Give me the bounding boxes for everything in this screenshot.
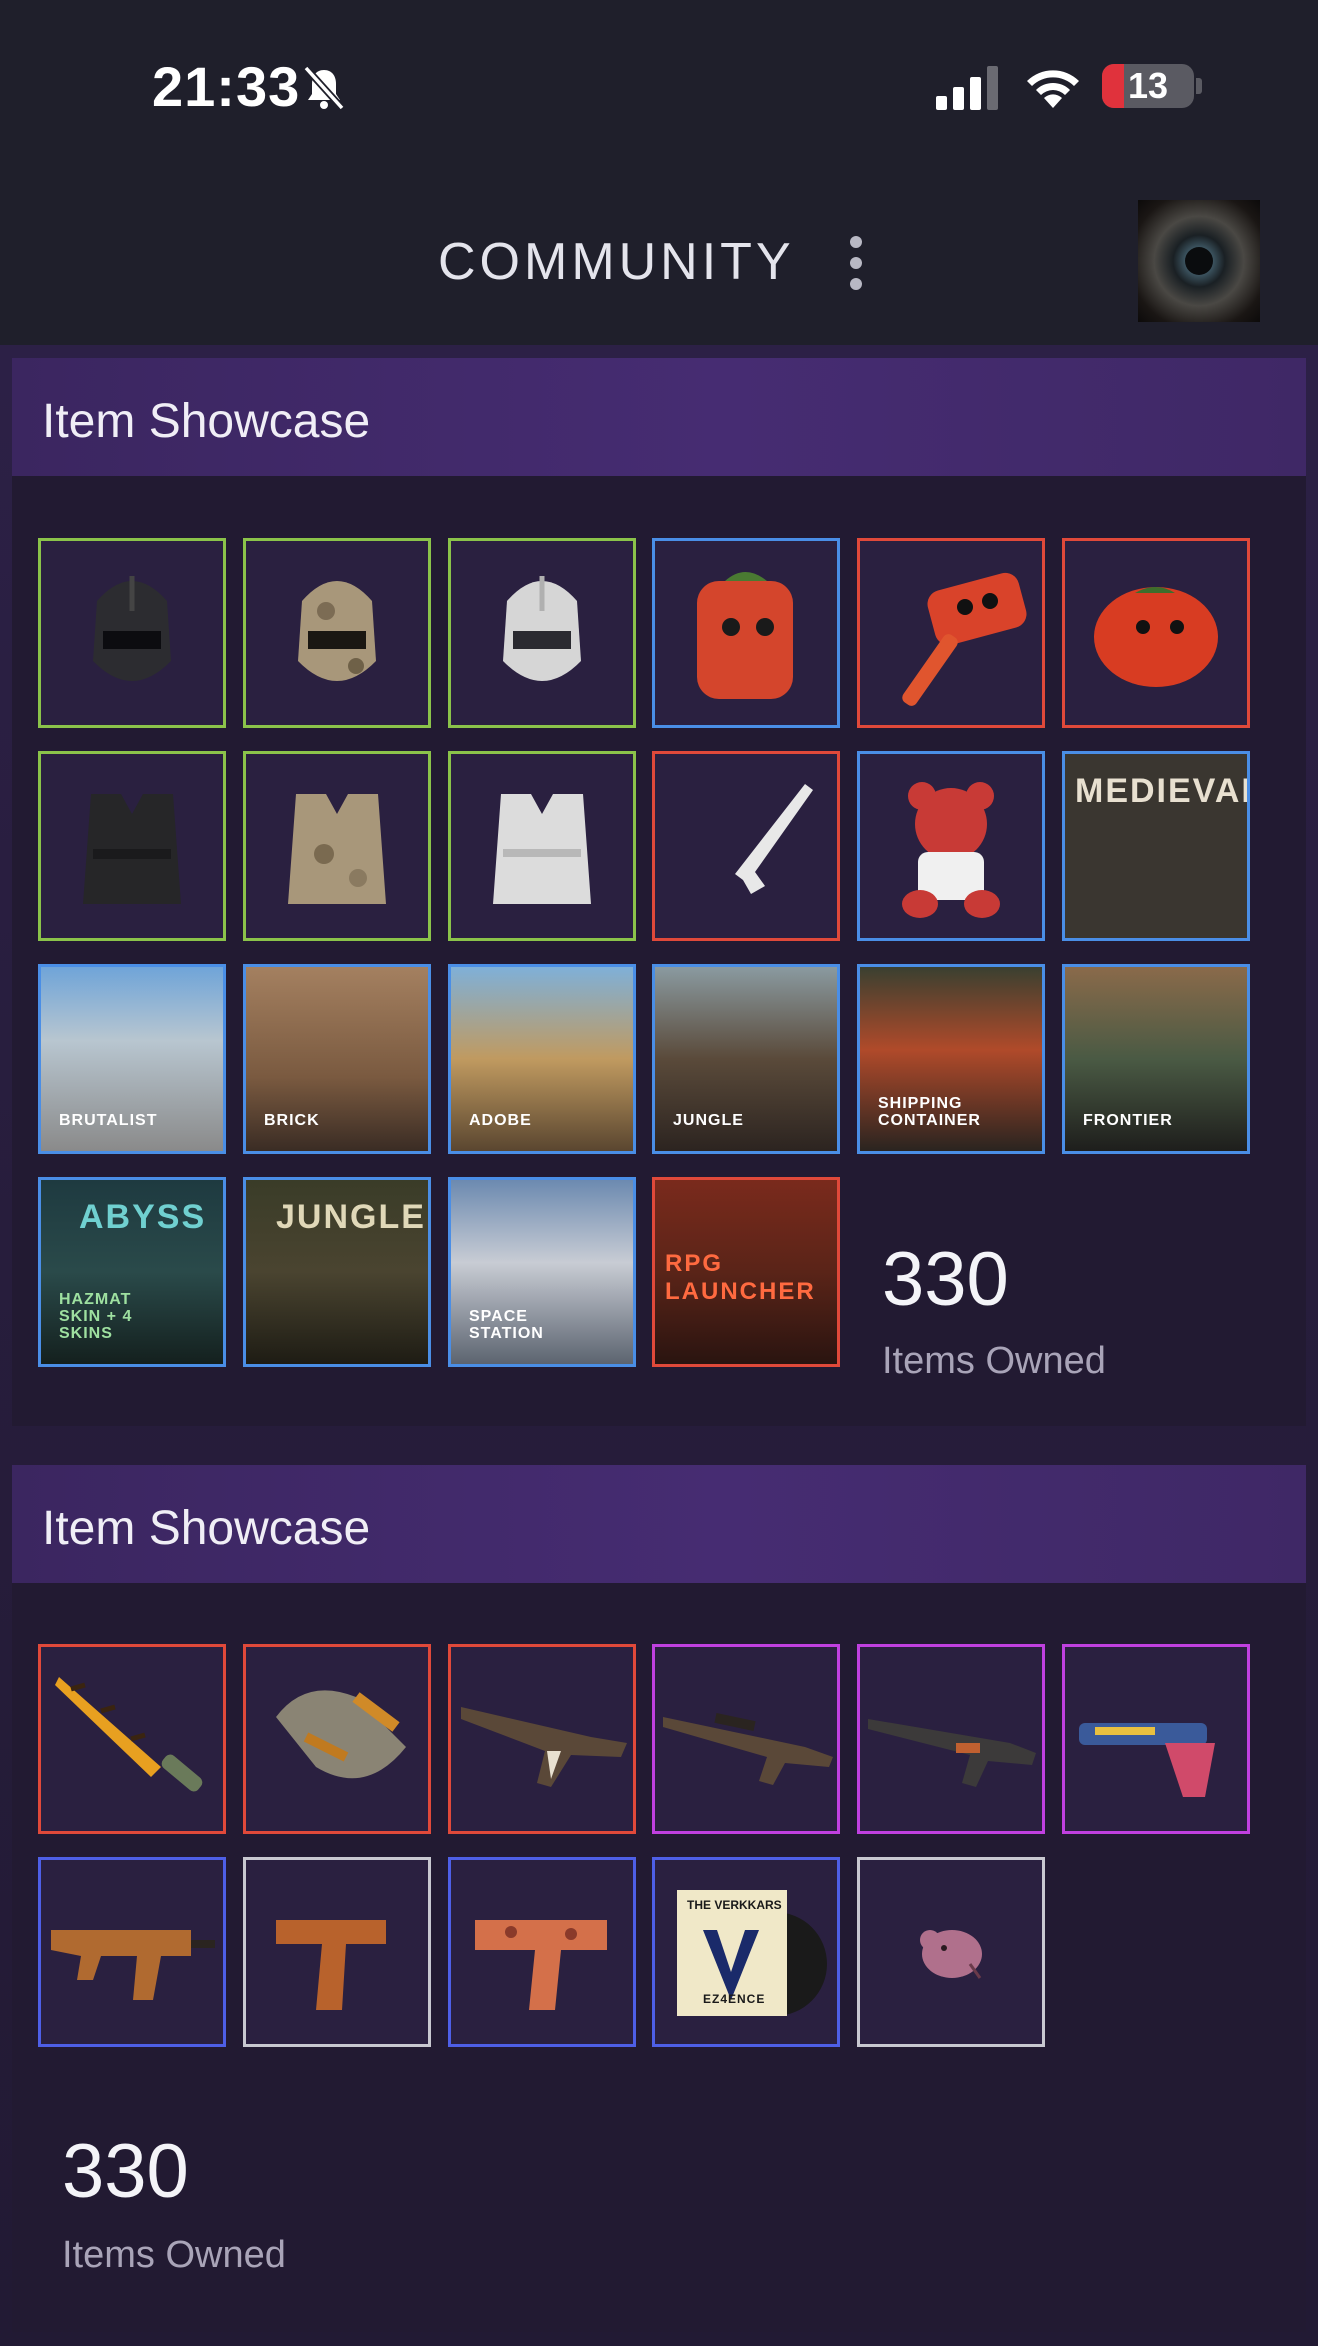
- item-tile[interactable]: MEDIEVAL: [1062, 751, 1250, 941]
- item-tile[interactable]: [448, 751, 636, 941]
- item-tile[interactable]: ABYSS HAZMAT SKIN + 4 SKINS: [38, 1177, 226, 1367]
- showcase-header: Item Showcase: [12, 358, 1306, 476]
- battery-tip: [1196, 78, 1202, 94]
- item-tile[interactable]: ADOBE: [448, 964, 636, 1154]
- items-owned-label: Items Owned: [62, 2234, 286, 2276]
- item-tile[interactable]: [243, 1857, 431, 2047]
- item-tile[interactable]: [448, 1644, 636, 1834]
- item-tile[interactable]: [652, 538, 840, 728]
- item-tile[interactable]: [243, 1644, 431, 1834]
- tile-banner: THE VERKKARS: [687, 1898, 782, 1912]
- tile-caption: SPACE STATION: [469, 1308, 544, 1342]
- item-tile[interactable]: RPG LAUNCHER: [652, 1177, 840, 1367]
- item-tile[interactable]: [448, 1857, 636, 2047]
- item-tile[interactable]: [857, 1644, 1045, 1834]
- page-title: COMMUNITY: [438, 233, 795, 291]
- showcase-header: Item Showcase: [12, 1465, 1306, 1583]
- item-tile[interactable]: [857, 751, 1045, 941]
- item-tile[interactable]: JUNGLE: [243, 1177, 431, 1367]
- tile-banner: JUNGLE: [276, 1198, 426, 1236]
- item-tile[interactable]: [38, 1857, 226, 2047]
- app-header: COMMUNITY: [0, 170, 1318, 345]
- tile-caption: FRONTIER: [1083, 1112, 1173, 1129]
- tile-banner: RPG LAUNCHER: [665, 1250, 816, 1305]
- tile-banner: MEDIEVAL: [1075, 772, 1250, 810]
- avatar[interactable]: [1138, 200, 1260, 322]
- more-options-icon[interactable]: [850, 236, 864, 290]
- wifi-icon: [1027, 70, 1079, 108]
- item-tile[interactable]: [857, 538, 1045, 728]
- cell-signal-icon: [936, 66, 998, 110]
- item-tile[interactable]: [652, 751, 840, 941]
- battery-level: 13: [1127, 65, 1169, 106]
- items-owned-label: Items Owned: [882, 1340, 1106, 1382]
- status-bar: 21:33 13: [0, 0, 1318, 170]
- tile-banner: ABYSS: [79, 1198, 207, 1236]
- tile-caption: EZ4ENCE: [703, 1992, 766, 2006]
- tile-caption: BRUTALIST: [59, 1112, 158, 1129]
- items-owned-count: 330: [882, 1237, 1009, 1322]
- battery-icon: 13: [1102, 64, 1194, 108]
- showcase-title: Item Showcase: [42, 1502, 371, 1555]
- item-tile[interactable]: [652, 1644, 840, 1834]
- item-tile[interactable]: [1062, 538, 1250, 728]
- showcase-title: Item Showcase: [42, 395, 371, 448]
- bell-muted-icon: [303, 65, 345, 111]
- status-time: 21:33: [152, 55, 301, 118]
- item-tile[interactable]: BRUTALIST: [38, 964, 226, 1154]
- item-tile[interactable]: FRONTIER: [1062, 964, 1250, 1154]
- item-tile[interactable]: JUNGLE: [652, 964, 840, 1154]
- item-tile[interactable]: BRICK: [243, 964, 431, 1154]
- item-tile[interactable]: SPACE STATION: [448, 1177, 636, 1367]
- tile-caption: ADOBE: [469, 1112, 532, 1129]
- item-tile[interactable]: [1062, 1644, 1250, 1834]
- item-tile[interactable]: THE VERKKARS EZ4ENCE: [652, 1857, 840, 2047]
- item-tile[interactable]: [38, 751, 226, 941]
- item-tile[interactable]: SHIPPING CONTAINER: [857, 964, 1045, 1154]
- item-tile[interactable]: [38, 538, 226, 728]
- item-tile[interactable]: [38, 1644, 226, 1834]
- item-tile[interactable]: [448, 538, 636, 728]
- tile-caption: JUNGLE: [673, 1112, 744, 1129]
- item-tile[interactable]: [857, 1857, 1045, 2047]
- item-tile[interactable]: [243, 538, 431, 728]
- tile-caption: HAZMAT SKIN + 4 SKINS: [59, 1291, 133, 1342]
- items-owned-count: 330: [62, 2129, 189, 2214]
- tile-caption: SHIPPING CONTAINER: [878, 1095, 981, 1129]
- tile-caption: BRICK: [264, 1112, 320, 1129]
- item-tile[interactable]: [243, 751, 431, 941]
